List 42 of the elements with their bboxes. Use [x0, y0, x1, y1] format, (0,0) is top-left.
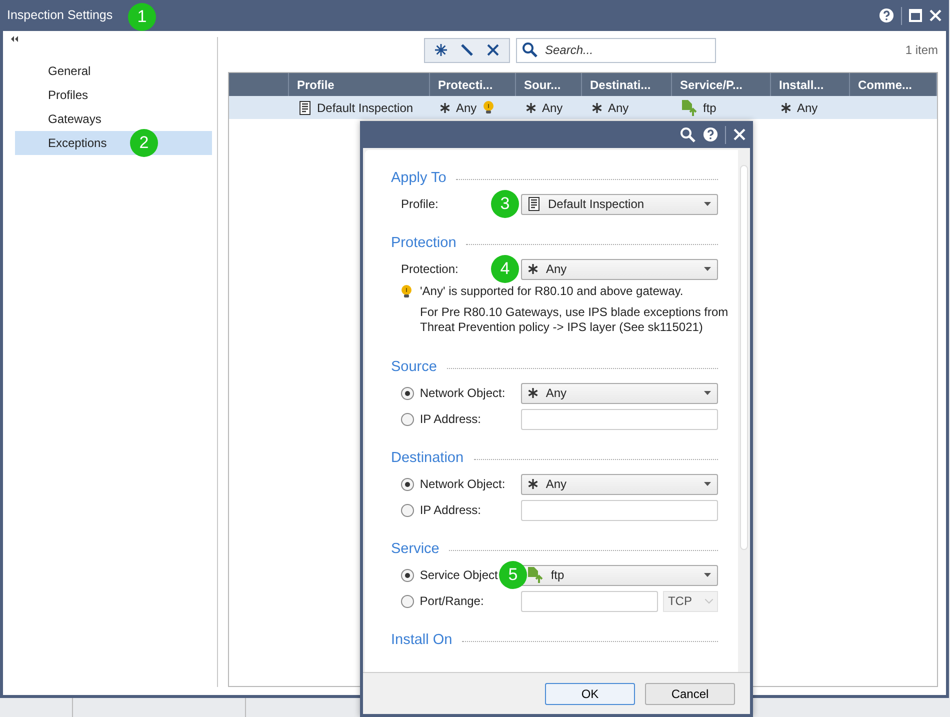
dialog-button[interactable]: Cancel	[645, 682, 735, 704]
section-title: Destination	[391, 449, 464, 468]
info-text: 'Any' is supported for R80.10 and above gateway.	[420, 284, 684, 299]
field-label: Profile:	[401, 197, 438, 211]
table-cell-text: Any	[456, 100, 477, 116]
callout-tooltip: 3	[491, 190, 519, 218]
section-title: Install On	[391, 631, 452, 650]
callout-tooltip: 4	[491, 255, 519, 283]
table-cell-text: Default Inspection	[317, 100, 414, 116]
dropdown-field[interactable]: Default Inspection	[521, 194, 718, 214]
callout-tooltip: 2	[130, 129, 158, 157]
table-cell-text: Any	[797, 100, 818, 116]
radio-label[interactable]: Service Object	[420, 568, 498, 582]
sidebar-item[interactable]: Exceptions 2	[15, 131, 212, 155]
window-title: Inspection Settings	[7, 7, 113, 24]
table-row[interactable]: Default Inspection Any Any Any ftp Any	[229, 96, 937, 119]
dropdown-field[interactable]: Any	[520, 474, 718, 494]
table-cell-text: Any	[608, 100, 629, 116]
radio-label[interactable]: IP Address:	[420, 503, 481, 517]
sidebar-item[interactable]: General	[15, 59, 212, 83]
dropdown-field[interactable]: Any	[521, 258, 718, 280]
callout-tooltip: 1	[128, 3, 156, 31]
info-text: For Pre R80.10 Gateways, use IPS blade exceptions from Threat Prevention policy -> IPS layer (See sk115021)	[420, 305, 730, 335]
dropdown-field[interactable]: Any	[520, 382, 718, 404]
search-field[interactable]: Search...	[516, 38, 716, 62]
dialog-button[interactable]: OK	[545, 682, 635, 704]
dropdown-field[interactable]: ftp	[520, 564, 718, 586]
field-label: Protection:	[401, 262, 458, 276]
radio-label[interactable]: Network Object:	[420, 477, 506, 491]
callout-tooltip: 5	[499, 561, 527, 589]
section-title: Source	[391, 358, 437, 378]
section-title: Protection	[391, 234, 456, 254]
item-count: 1 item	[905, 42, 938, 59]
radio-label[interactable]: Port/Range:	[420, 594, 484, 608]
table-cell-text: ftp	[703, 100, 716, 116]
section-title: Service	[391, 540, 440, 560]
radio-label[interactable]: Network Object:	[420, 386, 506, 400]
table-cell-text: Any	[542, 100, 563, 116]
radio-label[interactable]: IP Address:	[420, 412, 481, 426]
sidebar-item[interactable]: Profiles	[15, 83, 212, 107]
sidebar-item[interactable]: Gateways	[15, 107, 212, 131]
section-title: Apply To	[391, 169, 446, 188]
